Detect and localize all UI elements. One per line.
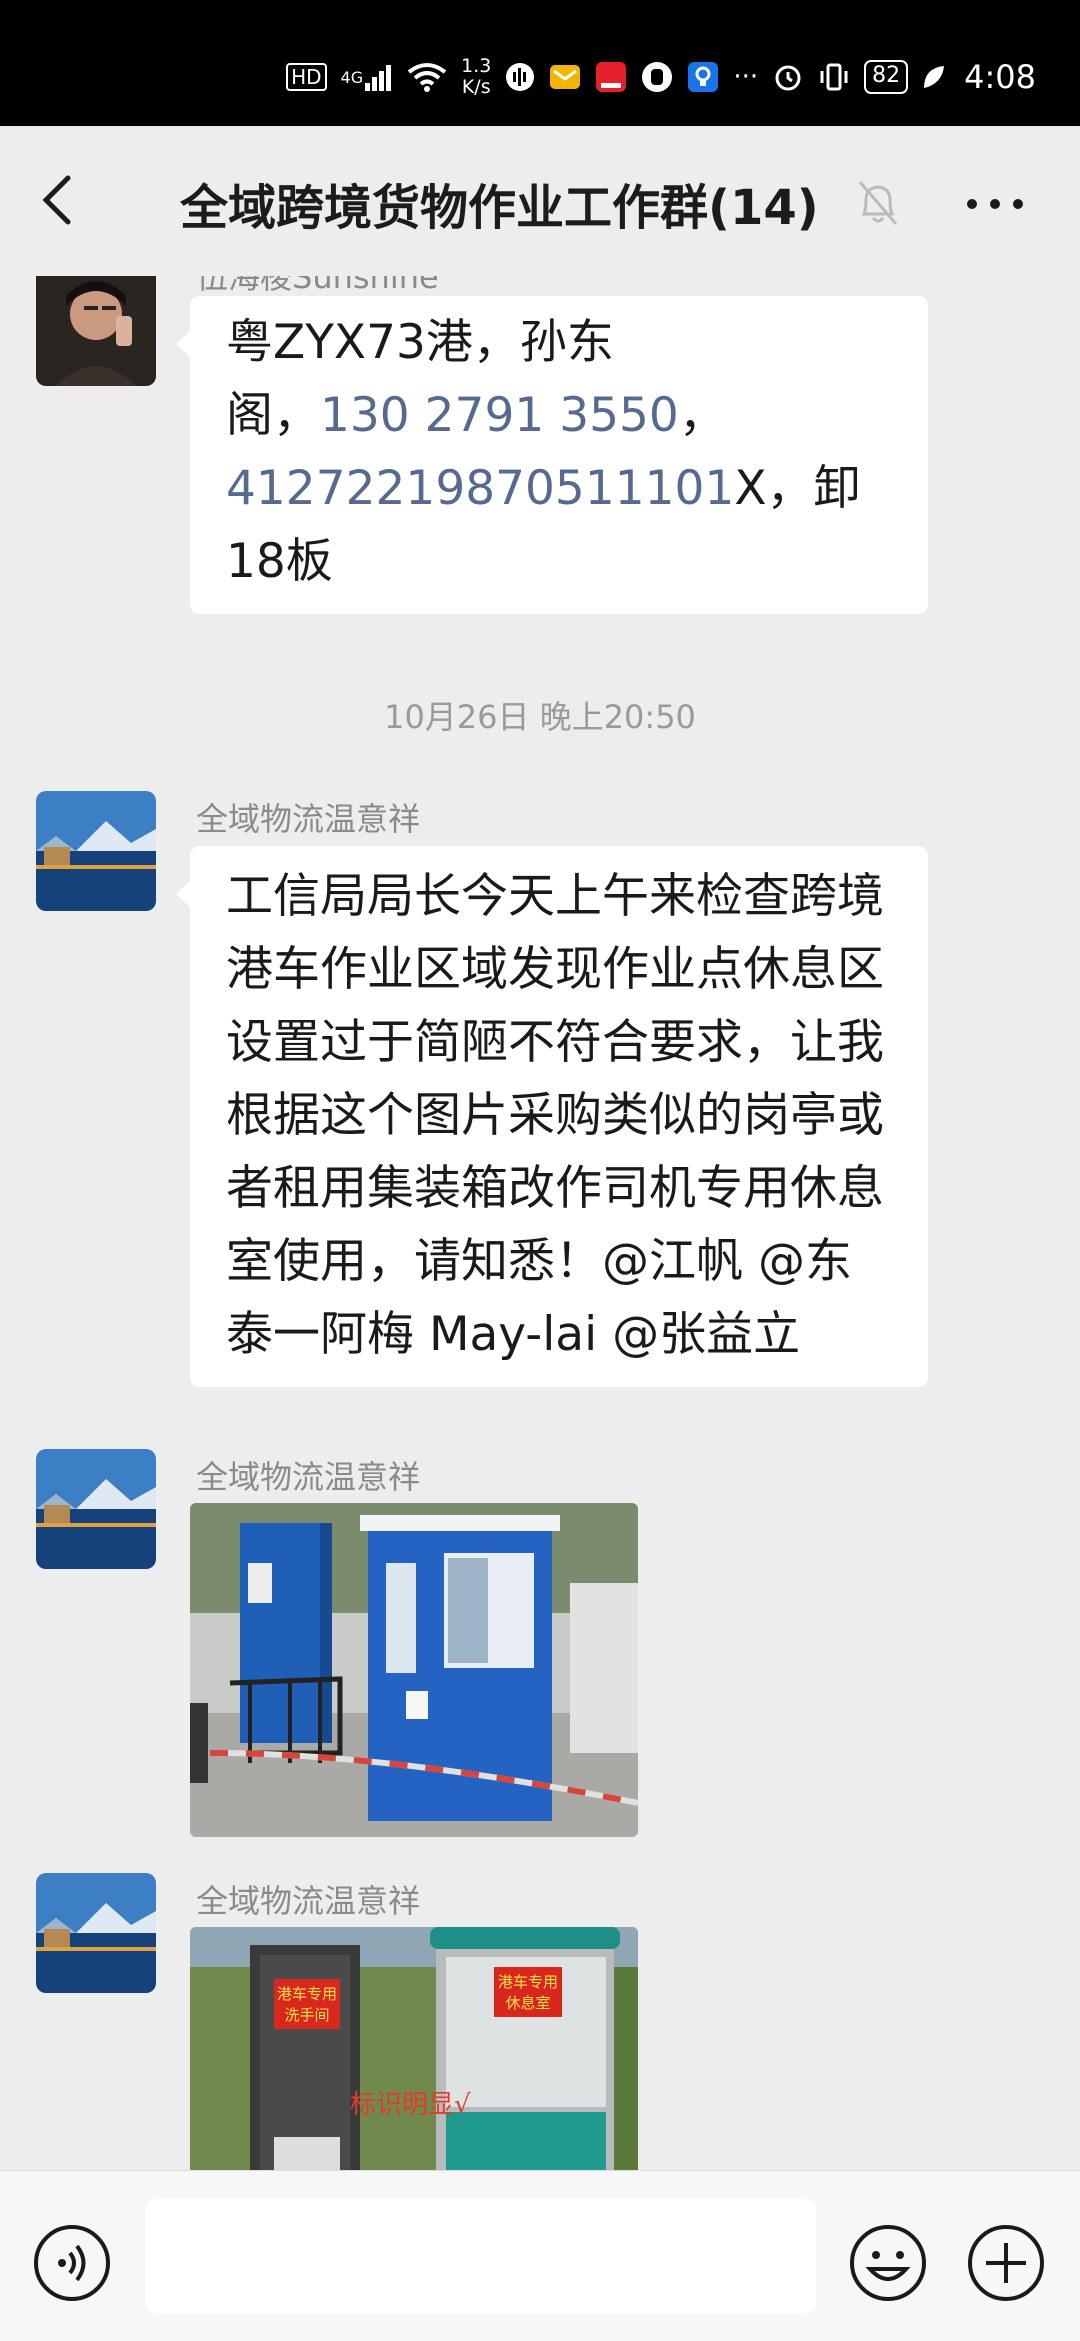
- chat-header: 全域跨境货物作业工作群(14): [0, 126, 1080, 276]
- message-text: 工信局局长今天上午来检查跨境港车作业区域发现作业点休息区设置过于简陋不符合要求，…: [226, 869, 884, 1362]
- sign-left-line2: 洗手间: [284, 2006, 329, 2024]
- more-button[interactable]: [960, 178, 1030, 228]
- message-bubble[interactable]: 粤ZYX73港，孙东 阁，130 2791 3550， 4127221987051…: [176, 296, 928, 614]
- emoji-button[interactable]: [848, 2223, 928, 2303]
- more-notifications-icon: ···: [733, 62, 759, 92]
- status-bar: HD 4G 1.3 K/s ··· 82 4:08: [0, 0, 1080, 126]
- mail-app-icon: [549, 62, 581, 92]
- phone-link[interactable]: 130 2791 3550: [320, 388, 679, 443]
- hand-app-icon: [641, 61, 673, 93]
- back-button[interactable]: [30, 170, 90, 230]
- voice-icon: [34, 2225, 110, 2301]
- page-title: 全域跨境货物作业工作群(14): [180, 180, 819, 236]
- alarm-icon: [772, 61, 804, 93]
- image-message[interactable]: [190, 1503, 638, 1837]
- avatar[interactable]: [36, 1449, 156, 1569]
- shopping-app-icon: [595, 61, 627, 93]
- back-arrow-icon: [42, 175, 71, 225]
- sender-name: 全域物流温意祥: [196, 1458, 421, 1496]
- sender-name: 伍海梭Sunshine: [196, 276, 439, 296]
- hd-icon: HD: [286, 63, 327, 91]
- blue-kiosk-photo: [190, 1503, 638, 1837]
- sign-right-line2: 休息室: [505, 1994, 550, 2012]
- time-divider: 10月26日 晚上20:50: [384, 698, 696, 736]
- message-bubble[interactable]: 工信局局长今天上午来检查跨境港车作业区域发现作业点休息区设置过于简陋不符合要求，…: [176, 846, 928, 1387]
- clock: 4:08: [964, 58, 1036, 96]
- avatar[interactable]: [36, 276, 156, 386]
- sign-left-line1: 港车专用: [277, 1985, 337, 2003]
- photo-overlay-text: 标识明显√: [350, 2090, 471, 2120]
- id-number-link[interactable]: 41272219870511101: [226, 461, 734, 516]
- image-message[interactable]: 港车专用 洗手间 港车专用 休息室 标识明显√: [190, 1927, 638, 2170]
- network-speed: 1.3 K/s: [461, 55, 492, 98]
- avatar[interactable]: [36, 791, 156, 911]
- more-functions-button[interactable]: [966, 2223, 1046, 2303]
- emoji-icon: [850, 2225, 926, 2301]
- message-text: ，: [678, 388, 726, 443]
- message-input[interactable]: [146, 2199, 816, 2313]
- vibrate-icon: [818, 61, 850, 93]
- bell-muted-icon: [856, 178, 900, 228]
- bulb-app-icon: [687, 61, 719, 93]
- message-list[interactable]: 伍海梭Sunshine 粤ZYX73港，孙东 阁，130 2791 3550， 4…: [0, 276, 1080, 2170]
- leaf-icon: [922, 64, 946, 90]
- status-icons: HD 4G 1.3 K/s ··· 82 4:08: [286, 52, 1036, 102]
- battery-indicator: 82: [864, 60, 909, 94]
- sign-right-line1: 港车专用: [498, 1973, 558, 1991]
- input-bar: [0, 2170, 1080, 2341]
- wifi-icon: [407, 62, 447, 92]
- audio-app-icon: [505, 62, 535, 92]
- avatar[interactable]: [36, 1873, 156, 1993]
- signal-icon: 4G: [341, 63, 394, 91]
- restroom-kiosk-photo: 港车专用 洗手间 港车专用 休息室 标识明显√: [190, 1927, 638, 2170]
- sender-name: 全域物流温意祥: [196, 1882, 421, 1920]
- voice-button[interactable]: [32, 2223, 112, 2303]
- plus-icon: [968, 2225, 1044, 2301]
- more-dots-icon: [967, 199, 1023, 209]
- sender-name: 全域物流温意祥: [196, 800, 421, 838]
